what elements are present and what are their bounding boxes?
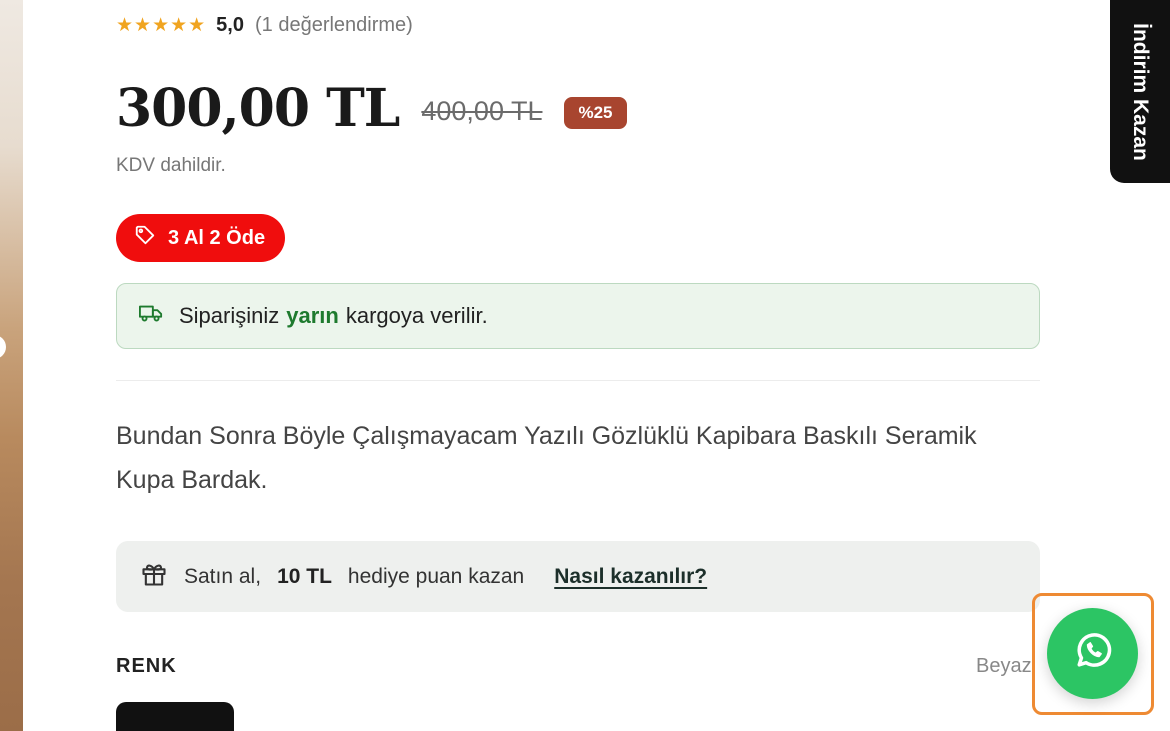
color-value: Beyaz (976, 655, 1032, 677)
promo-label: 3 Al 2 Öde (168, 226, 266, 249)
gift-icon (140, 560, 184, 594)
old-price: 400,00 TL (421, 96, 543, 126)
divider (116, 380, 1040, 381)
color-label: RENK (116, 655, 177, 677)
whatsapp-icon (1071, 629, 1115, 678)
points-prefix: Satın al, (184, 564, 262, 588)
rating[interactable]: ★★★★★ 5,0 (1 değerlendirme) (116, 14, 413, 37)
how-to-earn-link[interactable]: Nasıl kazanılır? (554, 565, 707, 589)
whatsapp-button[interactable] (1047, 608, 1138, 699)
points-amount: 10 TL (277, 564, 332, 588)
tag-icon (134, 224, 168, 252)
promo-badge[interactable]: 3 Al 2 Öde (116, 214, 286, 262)
shipping-info: Siparişiniz yarın kargoya verilir. (116, 283, 1040, 349)
price-row: 300,00 TL 400,00 TL %25 (116, 78, 627, 139)
product-image-edge[interactable] (0, 0, 23, 731)
discount-badge: %25 (564, 96, 627, 129)
gallery-nav-handle[interactable] (0, 335, 6, 359)
shipping-day: yarın (286, 303, 339, 328)
rating-count[interactable]: (1 değerlendirme) (255, 14, 413, 37)
points-suffix: hediye puan kazan (347, 564, 525, 588)
shipping-text-before: Siparişiniz (179, 303, 280, 328)
product-description: Bundan Sonra Böyle Çalışmayacam Yazılı G… (116, 422, 977, 494)
color-swatch-black[interactable] (116, 702, 234, 731)
current-price: 300,00 TL (116, 78, 400, 139)
rating-stars: ★★★★★ (116, 15, 207, 36)
rating-score: 5,0 (216, 14, 244, 36)
discount-side-tab[interactable]: İndirim Kazan (1110, 0, 1170, 183)
side-tab-label: İndirim Kazan (1129, 22, 1153, 161)
truck-icon (139, 303, 179, 329)
product-page: ★★★★★ 5,0 (1 değerlendirme) 300,00 TL 40… (0, 0, 1170, 731)
points-banner: Satın al, 10 TL hediye puan kazan Nasıl … (116, 541, 1040, 612)
vat-note: KDV dahildir. (116, 155, 226, 176)
shipping-text-after: kargoya verilir. (345, 303, 488, 328)
